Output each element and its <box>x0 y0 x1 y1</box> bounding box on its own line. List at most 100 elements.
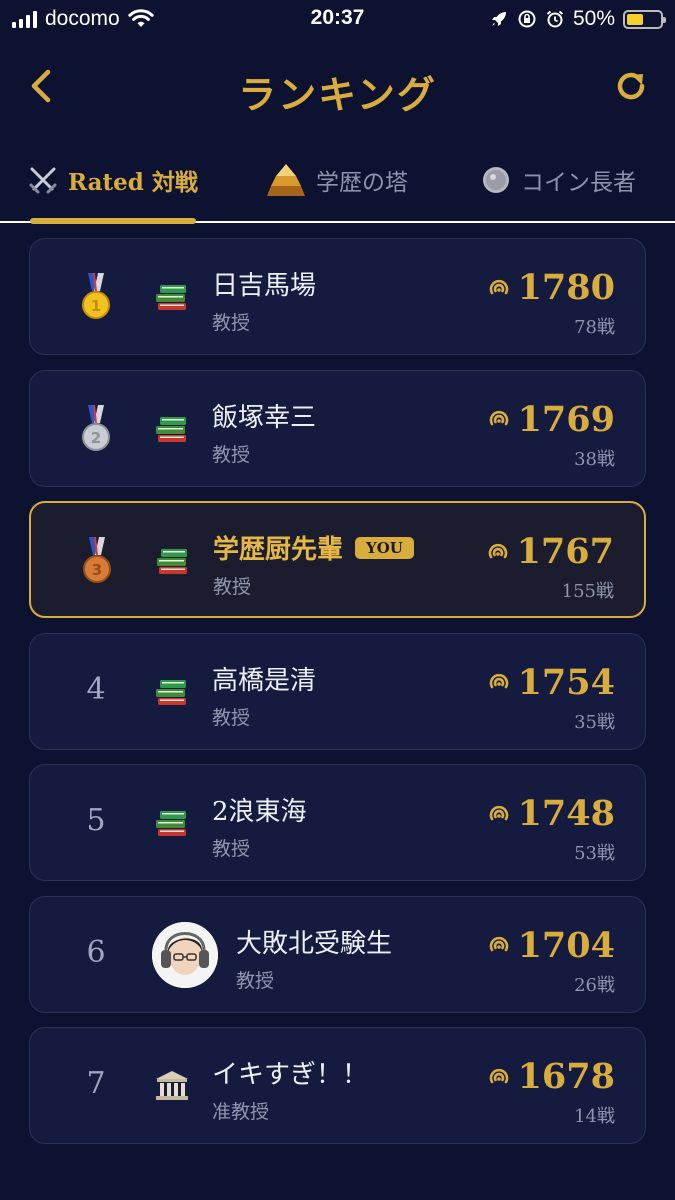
rating-value: 1748 <box>517 793 615 834</box>
silver-medal-icon: 2 <box>80 404 112 453</box>
rating: 1780 <box>488 267 615 308</box>
user-info: 大敗北受験生 教授 <box>236 923 392 993</box>
battle-count: 38戦 <box>574 448 615 470</box>
battle-count: 14戦 <box>574 1106 615 1127</box>
user-name-row: 日吉馬場 <box>212 265 316 302</box>
rating-icon <box>489 805 508 820</box>
rating-value: 1780 <box>517 267 615 308</box>
coin-icon <box>483 167 509 193</box>
rating-icon <box>489 936 508 952</box>
user-title: 教授 <box>212 838 251 860</box>
user-name-row: 学歴厨先輩 YOU <box>213 529 414 566</box>
user-title: 教授 <box>212 706 251 729</box>
tab-coin-label: コイン長者 <box>521 170 636 196</box>
user-info: 高橋是清 教授 <box>212 660 316 730</box>
rating: 1748 <box>488 793 615 834</box>
header: ランキング <box>0 38 675 138</box>
rank-number: 5 <box>86 803 106 838</box>
ranking-list: 1 日吉馬場 教授 1780 78戦 2 飯塚幸三 教授 1769 38戦 3 学歴厨先輩 YOU 教授 1… <box>29 238 646 1159</box>
rating: 1704 <box>488 925 615 966</box>
tab-tower[interactable]: 学歴の塔 <box>266 158 408 202</box>
user-name: イキすぎ！！ <box>212 1060 369 1090</box>
battle-count: 26戦 <box>574 974 615 996</box>
rating-value: 1769 <box>517 398 615 440</box>
rating-icon <box>489 279 508 294</box>
battle-count: 155戦 <box>561 581 614 602</box>
ranking-tabs: Rated 対戦 学歴の塔 コイン長者 <box>0 140 675 224</box>
ranking-row[interactable]: 6 大敗北受験生 教授 1704 26戦 <box>29 895 646 1013</box>
user-title: 教授 <box>213 576 252 598</box>
rating: 1754 <box>488 662 615 703</box>
battery-icon <box>623 9 666 29</box>
books-icon <box>154 805 190 841</box>
user-info: 飯塚幸三 教授 <box>212 397 316 467</box>
ranking-row[interactable]: 2 飯塚幸三教授 1769 38戦 <box>29 369 646 487</box>
books-icon <box>154 674 190 710</box>
rating: 1678 <box>488 1056 615 1097</box>
user-name: 大敗北受験生 <box>236 928 393 959</box>
crossed-swords-icon <box>29 167 57 194</box>
svg-text:1: 1 <box>91 297 101 315</box>
rocket-icon <box>491 12 506 26</box>
books-icon <box>154 279 190 315</box>
refresh-button[interactable] <box>611 66 651 106</box>
rating-value: 1767 <box>516 531 614 572</box>
rating-value: 1704 <box>517 924 615 966</box>
user-name-row: 大敗北受験生 <box>236 923 392 960</box>
user-info: 学歴厨先輩 YOU 教授 <box>213 529 414 599</box>
user-title: 教授 <box>212 443 251 466</box>
user-title: 准教授 <box>212 1101 270 1123</box>
user-name: 飯塚幸三 <box>212 402 317 433</box>
rating-icon <box>489 1068 508 1083</box>
ranking-row[interactable]: 7 イキすぎ！！ 准教授 1678 14戦 <box>29 1027 646 1144</box>
rating-icon <box>489 410 508 426</box>
rank-number: 7 <box>86 1066 106 1101</box>
tab-tower-label: 学歴の塔 <box>316 170 408 196</box>
user-title: 教授 <box>212 312 251 334</box>
user-info: 2浪東海教授 <box>212 791 307 861</box>
user-name-row: 2浪東海 <box>212 791 307 828</box>
battery-level <box>627 13 643 25</box>
books-icon <box>154 411 190 447</box>
user-name: 学歴厨先輩 <box>213 535 344 565</box>
pyramid-icon <box>267 164 305 196</box>
user-info: 日吉馬場 教授 <box>212 265 316 335</box>
status-bar: docomo 20:37 50% <box>0 0 675 38</box>
rating: 1767 <box>487 531 614 572</box>
page-title: ランキング <box>238 72 437 117</box>
active-tab-indicator <box>30 218 196 224</box>
tab-rated-battle[interactable]: Rated 対戦 <box>28 158 198 202</box>
ranking-row[interactable]: 3 学歴厨先輩 YOU 教授 1767 155戦 <box>29 501 646 618</box>
battle-count: 35戦 <box>574 711 615 733</box>
svg-text:3: 3 <box>92 561 102 579</box>
user-name: 日吉馬場 <box>212 271 317 301</box>
ranking-row[interactable]: 5 2浪東海教授 1748 53戦 <box>29 764 646 881</box>
alarm-icon <box>546 10 564 28</box>
rating: 1769 <box>488 399 615 440</box>
rating-icon <box>488 543 507 558</box>
user-name-row: イキすぎ！！ <box>212 1054 368 1091</box>
rating-value: 1754 <box>517 661 615 703</box>
user-title: 教授 <box>236 969 275 992</box>
ranking-row[interactable]: 1 日吉馬場教授 1780 78戦 <box>29 238 646 355</box>
battle-count: 53戦 <box>574 843 615 864</box>
classical-building-icon <box>154 1068 190 1104</box>
tab-rated-label: Rated 対戦 <box>68 169 198 196</box>
bronze-medal-icon: 3 <box>81 537 113 585</box>
ranking-row[interactable]: 4 高橋是清教授 1754 35戦 <box>29 632 646 750</box>
svg-text:2: 2 <box>91 429 101 447</box>
you-badge: YOU <box>355 536 414 559</box>
gold-medal-icon: 1 <box>80 273 112 321</box>
rotation-lock-icon <box>518 10 536 28</box>
status-right: 50% <box>489 7 666 31</box>
user-name: 高橋是清 <box>212 665 317 696</box>
user-name: 2浪東海 <box>212 797 307 827</box>
user-name-row: 飯塚幸三 <box>212 397 316 434</box>
battle-count: 78戦 <box>574 317 615 338</box>
tab-coin[interactable]: コイン長者 <box>481 158 636 202</box>
books-icon <box>155 543 191 579</box>
rating-value: 1678 <box>517 1056 615 1097</box>
rank-number: 4 <box>86 671 106 707</box>
user-info: イキすぎ！！ 准教授 <box>212 1054 368 1124</box>
battery-percent: 50% <box>572 7 615 30</box>
